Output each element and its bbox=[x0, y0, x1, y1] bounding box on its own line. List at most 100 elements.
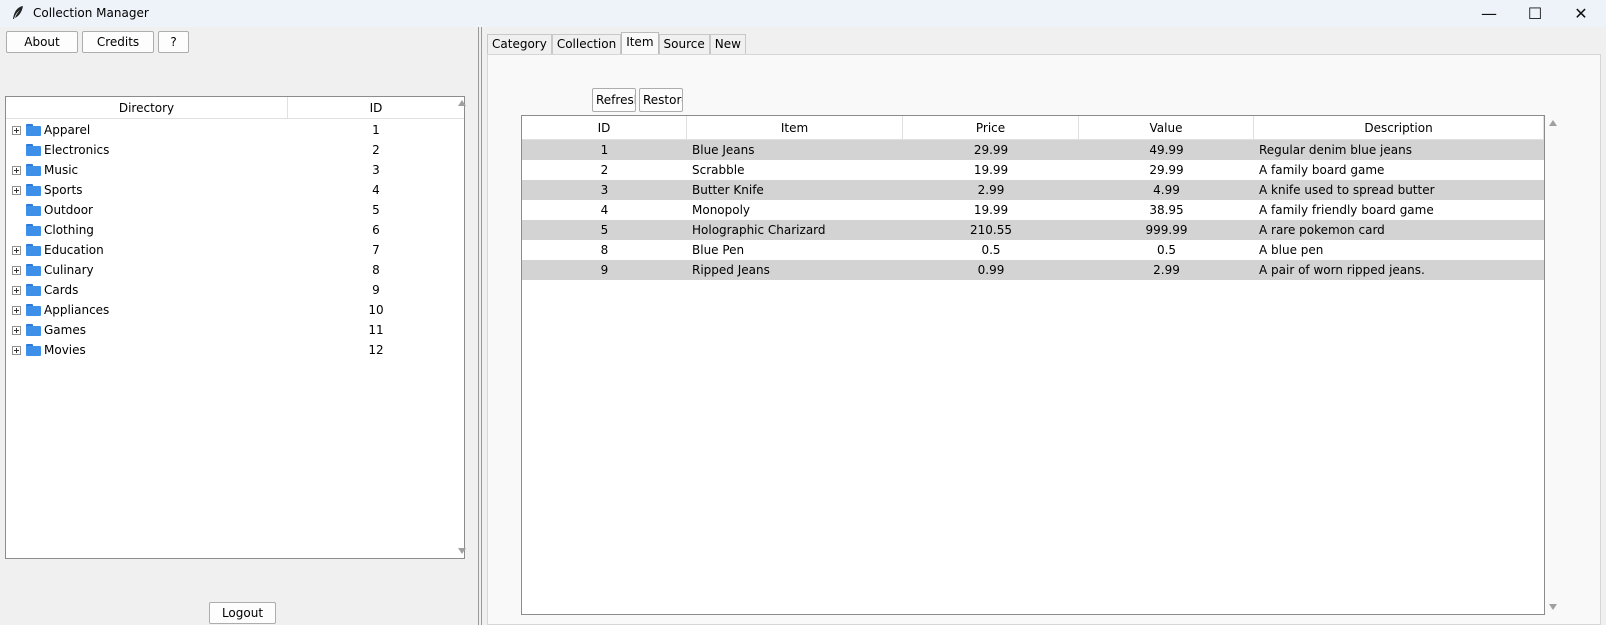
folder-icon bbox=[26, 304, 41, 316]
tab-item[interactable]: Item bbox=[621, 32, 659, 54]
folder-icon bbox=[26, 164, 41, 176]
close-button[interactable]: ✕ bbox=[1558, 0, 1604, 27]
tab-category[interactable]: Category bbox=[487, 34, 552, 54]
cell-item: Ripped Jeans bbox=[692, 263, 770, 277]
id-column-header[interactable]: ID bbox=[288, 97, 464, 118]
expand-icon[interactable] bbox=[12, 126, 21, 135]
table-row[interactable]: 2 Scrabble 19.99 29.99 A family board game bbox=[522, 160, 1544, 180]
table-scrollbar[interactable] bbox=[1546, 115, 1560, 615]
table-row[interactable]: 1 Blue Jeans 29.99 49.99 Regular denim blue … bbox=[522, 140, 1544, 160]
tree-item-id: 10 bbox=[368, 303, 384, 317]
minimize-button[interactable]: — bbox=[1466, 0, 1512, 27]
cell-description: A blue pen bbox=[1259, 243, 1324, 257]
help-button[interactable]: ? bbox=[158, 31, 189, 53]
tree-row[interactable]: Movies 12 bbox=[6, 340, 464, 360]
tree-row[interactable]: Games 11 bbox=[6, 320, 464, 340]
tree-item-id: 8 bbox=[372, 263, 380, 277]
expand-icon[interactable] bbox=[12, 166, 21, 175]
cell-price: 0.99 bbox=[977, 263, 1005, 277]
tree-item-name: Games bbox=[44, 323, 86, 337]
tree-row[interactable]: Sports 4 bbox=[6, 180, 464, 200]
tree-item-name: Appliances bbox=[44, 303, 110, 317]
tab-new[interactable]: New bbox=[709, 34, 746, 54]
expand-icon[interactable] bbox=[12, 246, 21, 255]
folder-icon bbox=[26, 224, 41, 236]
directory-tree[interactable]: Directory ID Apparel 1 Electronics 2 Music 3 S… bbox=[5, 96, 465, 559]
tree-row[interactable]: Culinary 8 bbox=[6, 260, 464, 280]
tree-item-name: Culinary bbox=[44, 263, 94, 277]
about-button[interactable]: About bbox=[6, 31, 78, 53]
tree-row[interactable]: Music 3 bbox=[6, 160, 464, 180]
tree-row[interactable]: Cards 9 bbox=[6, 280, 464, 300]
folder-icon bbox=[26, 124, 41, 136]
scroll-up-arrow-icon[interactable] bbox=[1549, 120, 1557, 126]
tree-rows: Apparel 1 Electronics 2 Music 3 Sports 4 Outdoor… bbox=[6, 120, 464, 360]
tree-item-id: 1 bbox=[372, 123, 380, 137]
cell-value: 29.99 bbox=[1149, 163, 1184, 177]
cell-id: 9 bbox=[600, 263, 609, 277]
table-row[interactable]: 3 Butter Knife 2.99 4.99 A knife used to spr… bbox=[522, 180, 1544, 200]
cell-description: A pair of worn ripped jeans. bbox=[1259, 263, 1425, 277]
table-row[interactable]: 4 Monopoly 19.99 38.95 A family friendly boa… bbox=[522, 200, 1544, 220]
cell-description: A family friendly board game bbox=[1259, 203, 1434, 217]
expand-icon[interactable] bbox=[12, 346, 21, 355]
tree-item-id: 3 bbox=[372, 163, 380, 177]
table-rows: 1 Blue Jeans 29.99 49.99 Regular denim blue … bbox=[522, 140, 1544, 280]
expand-icon[interactable] bbox=[12, 266, 21, 275]
scroll-down-arrow-icon[interactable] bbox=[458, 548, 466, 554]
tree-item-id: 9 bbox=[372, 283, 380, 297]
expand-icon[interactable] bbox=[12, 286, 21, 295]
tree-row[interactable]: Electronics 2 bbox=[6, 140, 464, 160]
tree-scrollbar[interactable] bbox=[455, 96, 469, 559]
tree-item-id: 11 bbox=[368, 323, 384, 337]
table-row[interactable]: 8 Blue Pen 0.5 0.5 A blue pen bbox=[522, 240, 1544, 260]
credits-button[interactable]: Credits bbox=[82, 31, 154, 53]
folder-icon bbox=[26, 344, 41, 356]
tree-item-name: Movies bbox=[44, 343, 86, 357]
cell-item: Scrabble bbox=[692, 163, 745, 177]
cell-id: 5 bbox=[600, 223, 609, 237]
tree-row[interactable]: Clothing 6 bbox=[6, 220, 464, 240]
table-row[interactable]: 5 Holographic Charizard 210.55 999.99 A rare… bbox=[522, 220, 1544, 240]
folder-icon bbox=[26, 244, 41, 256]
cell-description: A family board game bbox=[1259, 163, 1385, 177]
tab-bar: Category Collection Item Source New bbox=[487, 32, 746, 54]
tab-source[interactable]: Source bbox=[658, 34, 710, 54]
price-column-header[interactable]: Price bbox=[903, 116, 1079, 139]
cell-description: A knife used to spread butter bbox=[1259, 183, 1435, 197]
description-column-header[interactable]: Description bbox=[1254, 116, 1544, 139]
logout-button[interactable]: Logout bbox=[209, 602, 276, 624]
tree-header: Directory ID bbox=[6, 97, 464, 119]
table-row[interactable]: 9 Ripped Jeans 0.99 2.99 A pair of worn ripp… bbox=[522, 260, 1544, 280]
tree-item-id: 6 bbox=[372, 223, 380, 237]
tree-row[interactable]: Education 7 bbox=[6, 240, 464, 260]
id-column-header[interactable]: ID bbox=[522, 116, 687, 139]
directory-column-header[interactable]: Directory bbox=[6, 97, 288, 118]
maximize-button[interactable]: ☐ bbox=[1512, 0, 1558, 27]
tree-item-name: Cards bbox=[44, 283, 79, 297]
tab-collection[interactable]: Collection bbox=[551, 34, 622, 54]
cell-item: Holographic Charizard bbox=[692, 223, 826, 237]
scroll-down-arrow-icon[interactable] bbox=[1549, 604, 1557, 610]
cell-description: A rare pokemon card bbox=[1259, 223, 1385, 237]
tree-row[interactable]: Outdoor 5 bbox=[6, 200, 464, 220]
cell-id: 2 bbox=[600, 163, 609, 177]
scroll-up-arrow-icon[interactable] bbox=[458, 100, 466, 106]
expand-icon[interactable] bbox=[12, 306, 21, 315]
items-table[interactable]: ID Item Price Value Description 1 Blue Je… bbox=[521, 115, 1545, 615]
tree-row[interactable]: Apparel 1 bbox=[6, 120, 464, 140]
title-bar: Collection Manager — ☐ ✕ bbox=[0, 0, 1606, 27]
expand-icon[interactable] bbox=[12, 326, 21, 335]
refresh-button[interactable]: Refresh bbox=[592, 88, 636, 112]
value-column-header[interactable]: Value bbox=[1079, 116, 1254, 139]
item-column-header[interactable]: Item bbox=[687, 116, 903, 139]
tree-item-name: Outdoor bbox=[44, 203, 93, 217]
tree-item-id: 7 bbox=[372, 243, 380, 257]
tree-item-name: Music bbox=[44, 163, 79, 177]
restore-button[interactable]: Restore bbox=[639, 88, 683, 112]
expand-icon[interactable] bbox=[12, 186, 21, 195]
cell-value: 999.99 bbox=[1145, 223, 1188, 237]
tree-item-name: Sports bbox=[44, 183, 83, 197]
tree-item-name: Electronics bbox=[44, 143, 110, 157]
tree-row[interactable]: Appliances 10 bbox=[6, 300, 464, 320]
